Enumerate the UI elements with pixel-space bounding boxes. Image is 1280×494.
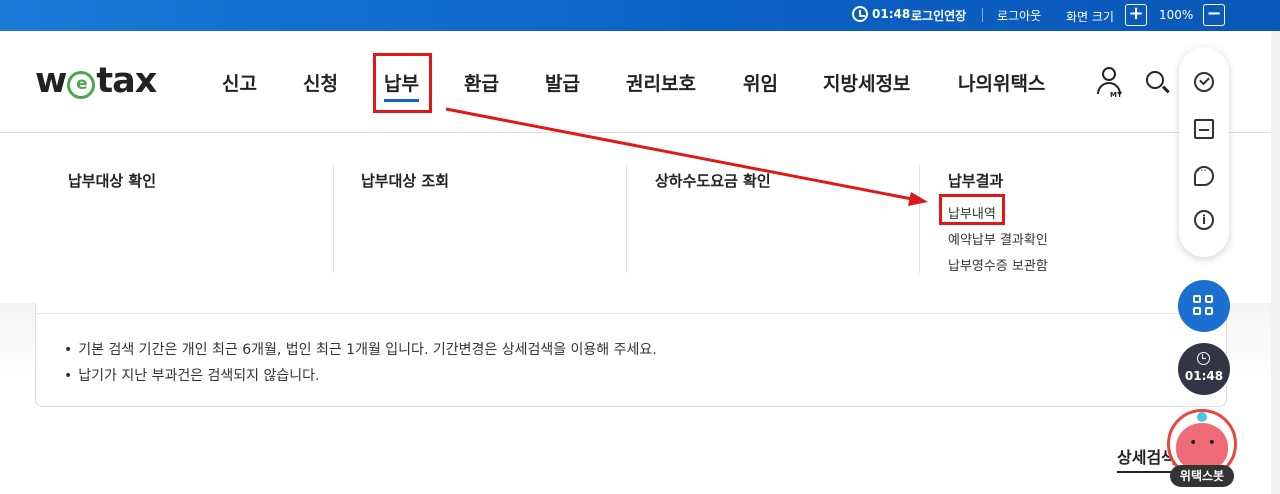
session-timer: 01:48 [872,7,911,21]
my-page-icon[interactable]: MY [1095,67,1125,99]
quick-menu: i [1179,47,1229,257]
nav-refund[interactable]: 환급 [464,69,499,96]
session-timer-button[interactable]: 01:48 [1178,343,1230,395]
grid-icon [1205,307,1213,315]
column-divider [626,165,627,273]
notice-line: 기본 검색 기간은 개인 최근 6개월, 법인 최근 1개월 입니다. 기간변경… [64,339,656,359]
annotation-box-payment-nav [373,53,432,113]
logout-link[interactable]: 로그아웃 [997,7,1041,24]
nav-apply[interactable]: 신청 [303,69,338,96]
document-icon[interactable] [1194,119,1214,139]
clock-icon [852,6,868,22]
grid-icon [1193,307,1201,315]
submenu-scheduled-payment-result[interactable]: 예약납부 결과확인 [948,229,1048,248]
zoom-out-button[interactable]: − [1203,4,1225,26]
zoom-value: 100% [1159,8,1194,22]
divider [982,8,983,22]
top-utility-bar: 01:48 로그인연장 로그아웃 화면 크기 + 100% − [0,0,1280,31]
zoom-in-button[interactable]: + [1125,4,1147,26]
search-handle [1162,85,1170,93]
timer-text: 01:48 [1184,369,1224,383]
nav-rights[interactable]: 권리보호 [626,69,696,96]
menu-water-fee-check[interactable]: 상하수도요금 확인 [655,170,771,191]
grid-icon [1193,295,1201,303]
nav-local-tax-info[interactable]: 지방세정보 [823,69,910,96]
main-header: w e tax 신고 신청 납부 환급 발급 권리보호 위임 지방세정보 나의위택스… [0,31,1280,133]
search-icon[interactable] [1146,71,1170,93]
check-status-icon[interactable] [1194,72,1214,92]
my-label: MY [1110,91,1123,99]
extend-login-link[interactable]: 로그인연장 [911,7,966,24]
notice-box: 기본 검색 기간은 개인 최근 6개월, 법인 최근 1개월 입니다. 기간변경… [35,303,1227,407]
menu-payment-target-inquiry[interactable]: 납부대상 조회 [361,170,449,191]
nav-report[interactable]: 신고 [222,69,257,96]
nav-my-wetax[interactable]: 나의위택스 [958,69,1045,96]
wetax-logo[interactable]: w e tax [35,61,157,101]
clock-icon [1197,352,1210,365]
grid-icon [1205,295,1213,303]
mega-menu-payment: 납부대상 확인 납부대상 조회 상하수도요금 확인 납부결과 납부내역 예약납부… [0,133,1280,303]
chatbot-launcher[interactable]: 위택스봇 [1167,409,1237,494]
scrollbar[interactable] [1271,31,1280,494]
nav-delegation[interactable]: 위임 [743,69,778,96]
person-head [1102,67,1116,81]
info-icon[interactable]: i [1194,210,1214,230]
divider [36,313,1226,314]
all-menu-button[interactable] [1178,280,1230,332]
column-divider [333,165,334,273]
menu-payment-target-check[interactable]: 납부대상 확인 [68,170,156,191]
annotation-box-payment-history [939,194,1005,225]
notice-line: 납기가 지난 부과건은 검색되지 않습니다. [64,365,319,385]
logo-text-tax: tax [96,61,157,101]
logo-e-mark: e [67,71,96,99]
chatbot-mascot-icon [1176,423,1228,471]
chatbot-label: 위택스봇 [1170,465,1234,487]
chat-icon[interactable] [1194,166,1214,186]
column-divider [919,165,920,273]
submenu-receipt-storage[interactable]: 납부영수증 보관함 [948,255,1048,274]
menu-payment-result[interactable]: 납부결과 [948,170,1003,191]
nav-issue[interactable]: 발급 [545,69,580,96]
chatbot-antenna [1197,412,1207,422]
logo-text-w: w [35,61,67,101]
zoom-label: 화면 크기 [1066,10,1114,24]
